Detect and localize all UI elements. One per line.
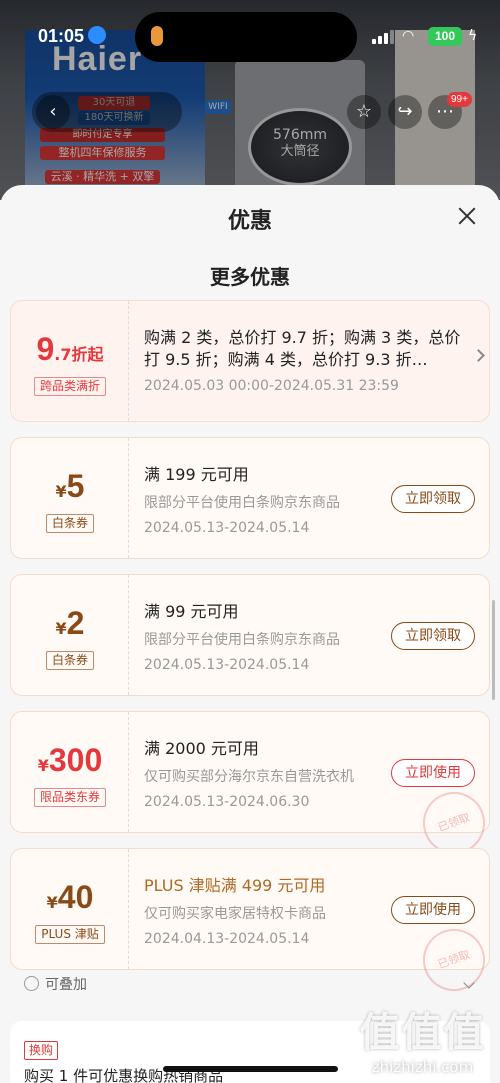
coupon-card-baitiao-5: ¥5 白条券 满 199 元可用 限部分平台使用白条购京东商品 2024.05.…: [10, 437, 490, 559]
coupon-desc: 仅可购买部分海尔京东自营洗衣机: [144, 769, 354, 785]
close-icon[interactable]: [456, 205, 478, 227]
wifi-icon: ◠: [402, 28, 415, 44]
charging-icon: ϟ: [468, 28, 478, 44]
coupon-tag: 限品类东券: [33, 788, 106, 807]
cart-badge: 99+: [447, 92, 472, 107]
claim-button[interactable]: 立即领取: [391, 485, 475, 513]
claimed-stamp: 已领取: [414, 920, 494, 1000]
use-button[interactable]: 立即使用: [391, 896, 475, 924]
sheet-title: 优惠: [227, 209, 272, 234]
coupon-desc: 仅可购买家电家居特权卡商品: [144, 906, 326, 922]
battery-indicator: 100: [428, 27, 462, 46]
back-button[interactable]: ‹: [36, 95, 70, 129]
home-indicator[interactable]: [163, 1066, 338, 1072]
watermark: 值值值 zhizhizhi.com: [350, 1000, 495, 1076]
discount-sheet: 优惠 更多优惠 9.7折起 跨品类满折 购满 2 类，总价打 9.7 折；购满 …: [0, 185, 500, 1083]
coupon-date: 2024.05.03 00:00-2024.05.31 23:59: [144, 378, 399, 394]
coupon-card-category-300: ¥300 限品类东券 满 2000 元可用 仅可购买部分海尔京东自营洗衣机 20…: [10, 711, 494, 863]
signal-icon: [372, 30, 394, 44]
coupon-desc: 限部分平台使用白条购京东商品: [144, 632, 340, 648]
swap-tag: 换购: [24, 1041, 59, 1060]
stackable-label: 可叠加: [45, 977, 87, 993]
stackable-row[interactable]: 可叠加: [24, 974, 87, 994]
coupon-tag: 白条券: [45, 651, 94, 670]
coupon-date: 2024.05.13-2024.05.14: [144, 657, 310, 673]
share-button[interactable]: ↪: [388, 95, 422, 129]
coupon-date: 2024.04.13-2024.05.14: [144, 931, 310, 947]
coupon-title: 满 99 元可用: [144, 602, 239, 621]
coupon-card-baitiao-2: ¥2 白条券 满 99 元可用 限部分平台使用白条购京东商品 2024.05.1…: [10, 574, 490, 696]
coupon-amount: ¥300: [37, 742, 103, 778]
stack-icon: [24, 976, 39, 991]
coupon-amount: 9.7折起: [36, 331, 104, 367]
coupon-amount: ¥40: [46, 879, 94, 915]
coupon-amount: ¥2: [55, 605, 85, 641]
coupon-card-cross-category[interactable]: 9.7折起 跨品类满折 购满 2 类，总价打 9.7 折；购满 3 类，总价打 …: [10, 300, 490, 422]
coupon-title: 购满 2 类，总价打 9.7 折；购满 3 类，总价打 9.5 折；购满 4 类…: [144, 328, 461, 369]
location-arrow-icon: [88, 26, 106, 44]
scrollbar[interactable]: [492, 600, 495, 700]
coupon-tag: PLUS 津贴: [35, 925, 105, 944]
coupon-title: 满 2000 元可用: [144, 739, 259, 758]
coupon-tag: 白条券: [45, 514, 94, 533]
watermark-logo: 值值值: [359, 1010, 486, 1056]
section-title: 更多优惠: [210, 265, 290, 289]
coupon-title: PLUS 津贴满 499 元可用: [144, 876, 326, 895]
coupon-date: 2024.05.13-2024.05.14: [144, 520, 310, 536]
coupon-tag: 跨品类满折: [33, 377, 106, 396]
coupon-date: 2024.05.13-2024.06.30: [144, 794, 310, 810]
chevron-right-icon[interactable]: [472, 349, 485, 362]
coupon-desc: 限部分平台使用白条购京东商品: [144, 495, 340, 511]
watermark-url: zhizhizhi.com: [371, 1058, 474, 1076]
status-time: 01:05: [38, 26, 85, 46]
coupon-amount: ¥5: [55, 468, 85, 504]
dynamic-island: [135, 12, 357, 62]
claim-button[interactable]: 立即领取: [391, 622, 475, 650]
favorite-button[interactable]: ☆: [347, 95, 381, 129]
use-button[interactable]: 立即使用: [391, 759, 475, 787]
coupon-title: 满 199 元可用: [144, 465, 249, 484]
coupon-card-plus-40: ¥40 PLUS 津贴 PLUS 津贴满 499 元可用 仅可购买家电家居特权卡…: [10, 848, 494, 1000]
microphone-icon: [151, 26, 163, 46]
